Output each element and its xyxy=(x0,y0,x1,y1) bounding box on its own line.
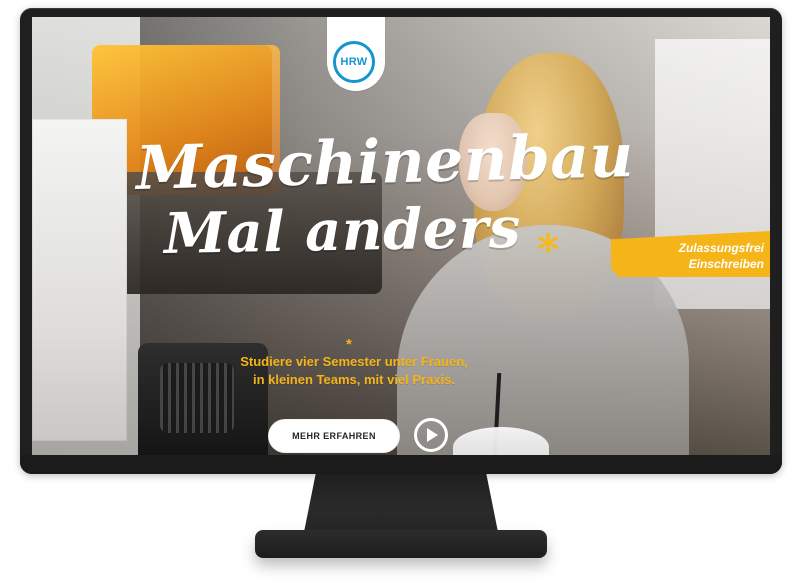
admission-badge-line-2: Einschreiben xyxy=(688,257,764,271)
monitor-chin xyxy=(20,455,782,474)
admission-badge-line-1: Zulassungsfrei xyxy=(678,241,764,255)
play-video-button[interactable] xyxy=(414,418,448,452)
logo-text: HRW xyxy=(340,55,368,68)
mehr-erfahren-button[interactable]: MEHR ERFAHREN xyxy=(268,419,400,453)
hrw-logo-icon: HRW xyxy=(333,41,375,83)
monitor-base xyxy=(255,530,547,558)
hero-subtext: Studiere vier Semester unter Frauen, in … xyxy=(214,353,494,389)
monitor-neck xyxy=(304,474,498,532)
headline-line-1: Maschinenbau xyxy=(135,120,635,204)
monitor-scene: HRW Maschinenbau Mal anders * Zulassungs… xyxy=(0,0,800,581)
foreground-monitor xyxy=(32,119,127,441)
hero-headline: Maschinenbau Mal anders xyxy=(135,121,635,267)
headline-asterisk: * xyxy=(537,225,559,274)
website-screen: HRW Maschinenbau Mal anders * Zulassungs… xyxy=(32,17,770,455)
subtext-line-1: Studiere vier Semester unter Frauen, xyxy=(240,354,468,369)
subtext-line-2: in kleinen Teams, mit viel Praxis. xyxy=(252,372,456,387)
logo-badge[interactable]: HRW xyxy=(327,17,385,91)
play-icon xyxy=(427,428,438,442)
subtext-asterisk: * xyxy=(346,336,352,353)
